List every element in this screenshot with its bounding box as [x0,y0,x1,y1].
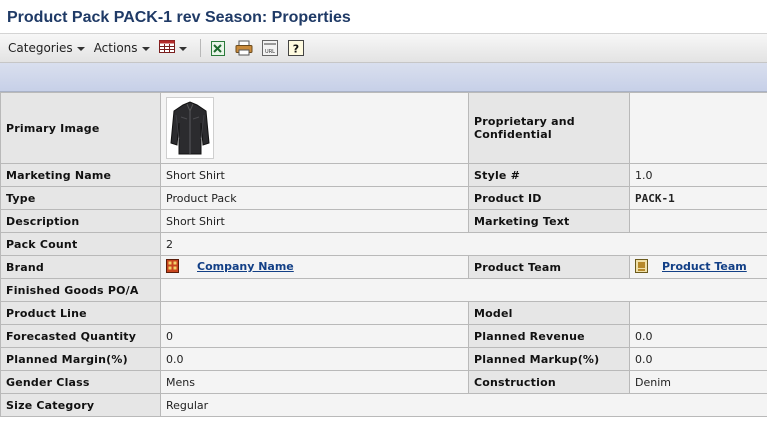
style-value: 1.0 [629,163,767,187]
planned-margin-label: Planned Margin(%) [0,347,161,371]
finished-goods-value [160,278,767,302]
description-value: Short Shirt [160,209,469,233]
pack-count-label: Pack Count [0,232,161,256]
product-line-value [160,301,469,325]
planned-revenue-value: 0.0 [629,324,767,348]
product-line-label: Product Line [0,301,161,325]
size-category-label: Size Category [0,393,161,417]
jacket-image [170,101,210,155]
pack-count-value: 2 [160,232,767,256]
table-row: Finished Goods PO/A [0,278,767,302]
planned-revenue-label: Planned Revenue [468,324,630,348]
categories-menu-label: Categories [8,41,73,55]
table-row: Product Line Model [0,301,767,325]
forecasted-quantity-value: 0 [160,324,469,348]
table-row: Primary Image Proprietary and Confidenti… [0,92,767,164]
marketing-name-value: Short Shirt [160,163,469,187]
svg-text:URL: URL [265,49,275,55]
table-row: Forecasted Quantity 0 Planned Revenue 0.… [0,324,767,348]
planned-markup-label: Planned Markup(%) [468,347,630,371]
primary-image-cell [160,92,469,164]
primary-image-label: Primary Image [0,92,161,164]
style-label: Style # [468,163,630,187]
table-row: Marketing Name Short Shirt Style # 1.0 [0,163,767,187]
marketing-text-value [629,209,767,233]
table-row: Pack Count 2 [0,232,767,256]
size-category-value: Regular [160,393,767,417]
view-select-menu[interactable] [158,40,187,56]
team-icon [635,258,648,276]
actions-menu[interactable]: Actions [94,41,150,55]
product-team-link[interactable]: Product Team [662,260,747,273]
product-id-value: PACK-1 [629,186,767,210]
table-row: Description Short Shirt Marketing Text [0,209,767,233]
product-id-label: Product ID [468,186,630,210]
type-label: Type [0,186,161,210]
page-title: Product Pack PACK-1 rev Season: Properti… [0,0,767,34]
categories-menu[interactable]: Categories [8,41,85,55]
product-team-label: Product Team [468,255,630,279]
brand-label: Brand [0,255,161,279]
table-row: Brand Company Name Product Team Product … [0,255,767,279]
table-row: Size Category Regular [0,393,767,417]
calendar-view-icon [158,40,175,56]
product-team-cell: Product Team [629,255,767,279]
toolbar-divider [199,39,201,57]
forecasted-quantity-label: Forecasted Quantity [0,324,161,348]
export-excel-icon[interactable] [209,39,227,57]
svg-text:?: ? [292,43,298,56]
gender-class-value: Mens [160,370,469,394]
model-label: Model [468,301,630,325]
construction-label: Construction [468,370,630,394]
section-header-band [0,63,767,92]
proprietary-label: Proprietary and Confidential [468,92,630,164]
table-row: Type Product Pack Product ID PACK-1 [0,186,767,210]
properties-table: Primary Image Proprietary and Confidenti… [0,92,767,417]
description-label: Description [0,209,161,233]
help-icon[interactable]: ? [287,39,305,57]
brand-link[interactable]: Company Name [197,260,294,273]
chevron-down-icon [76,47,85,51]
gender-class-label: Gender Class [0,370,161,394]
finished-goods-label: Finished Goods PO/A [0,278,161,302]
proprietary-value [629,92,767,164]
chevron-down-icon [178,47,187,51]
table-row: Gender Class Mens Construction Denim [0,370,767,394]
planned-markup-value: 0.0 [629,347,767,371]
construction-value: Denim [629,370,767,394]
chevron-down-icon [141,47,150,51]
planned-margin-value: 0.0 [160,347,469,371]
actions-menu-label: Actions [93,41,138,55]
table-row: Planned Margin(%) 0.0 Planned Markup(%) … [0,347,767,371]
toolbar: Categories Actions URL ? [0,34,767,63]
print-icon[interactable] [235,39,253,57]
building-icon [166,258,179,276]
marketing-name-label: Marketing Name [0,163,161,187]
model-value [629,301,767,325]
primary-image-thumbnail[interactable] [166,97,214,159]
brand-cell: Company Name [160,255,469,279]
url-icon[interactable]: URL [261,39,279,57]
marketing-text-label: Marketing Text [468,209,630,233]
type-value: Product Pack [160,186,469,210]
